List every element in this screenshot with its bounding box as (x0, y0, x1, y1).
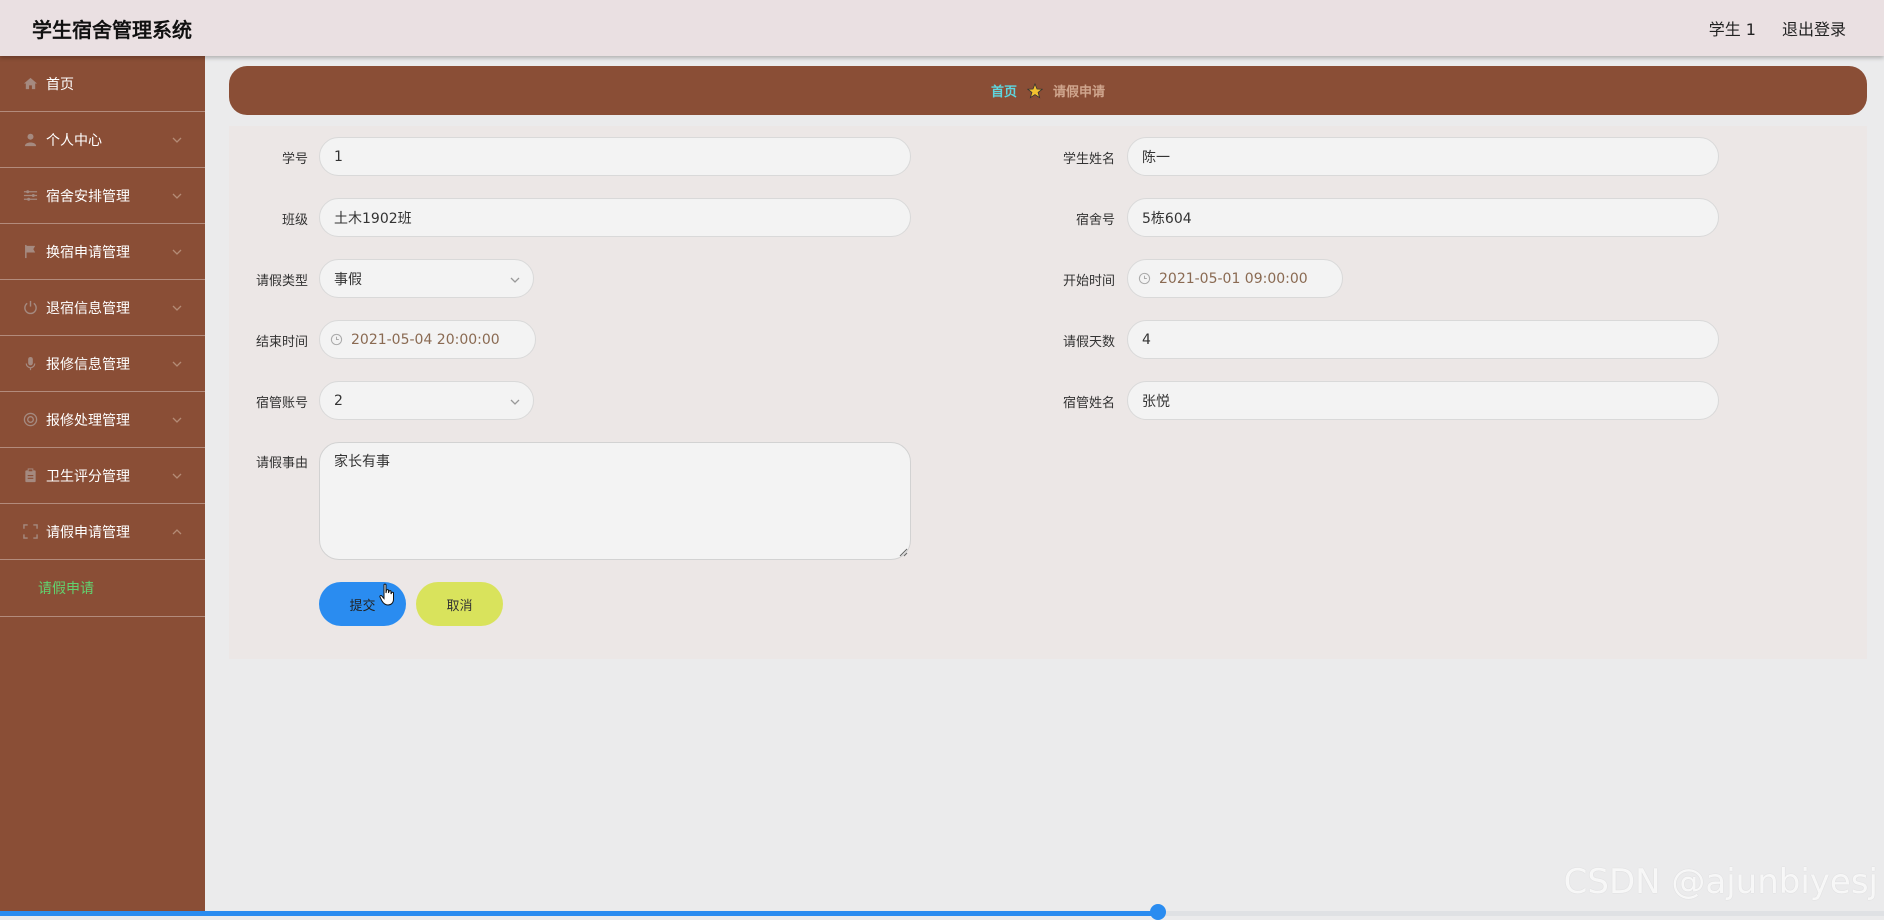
end-time-value: 2021-05-04 20:00:00 (351, 331, 500, 348)
logout-link[interactable]: 退出登录 (1782, 16, 1846, 40)
dorm-no-value: 5栋604 (1142, 210, 1192, 227)
power-icon (22, 300, 38, 316)
chevron-down-icon (172, 305, 182, 311)
breadcrumb: 首页 请假申请 (229, 66, 1867, 115)
sidebar-item-leave-management[interactable]: 请假申请管理 (0, 504, 205, 560)
breadcrumb-current: 请假申请 (1053, 85, 1106, 100)
leave-days-label: 请假天数 (1062, 335, 1115, 350)
sidebar-item-label: 个人中心 (46, 132, 102, 149)
class-label: 班级 (281, 213, 308, 228)
sidebar-item-repair-info[interactable]: 报修信息管理 (0, 336, 205, 392)
leave-days-value: 4 (1142, 331, 1151, 348)
sidebar-item-label: 换宿申请管理 (46, 244, 130, 261)
star-icon (1027, 82, 1043, 99)
sidebar-item-label: 宿舍安排管理 (46, 188, 130, 205)
hand-cursor-icon (379, 583, 394, 606)
watermark-text: CSDN @ajunbiyesj (1563, 862, 1878, 902)
microphone-icon (22, 356, 38, 372)
clipboard-icon (22, 468, 38, 484)
breadcrumb-home-link[interactable]: 首页 (991, 81, 1017, 100)
student-no-input[interactable]: 1 (319, 137, 911, 176)
manager-account-value: 2 (334, 392, 343, 409)
reason-label: 请假事由 (255, 456, 308, 471)
manager-name-label: 宿管姓名 (1062, 396, 1115, 411)
resize-grip-icon[interactable] (898, 547, 908, 557)
leave-days-input[interactable]: 4 (1127, 320, 1719, 359)
chevron-up-icon (172, 529, 182, 535)
chevron-down-icon (172, 361, 182, 367)
leave-type-label: 请假类型 (255, 274, 308, 289)
chevron-down-icon (510, 399, 520, 405)
user-name-link[interactable]: 学生 1 (1709, 16, 1756, 40)
app-title: 学生宿舍管理系统 (32, 18, 192, 42)
user-icon (22, 132, 38, 148)
manager-account-label: 宿管账号 (255, 396, 308, 411)
student-name-value: 陈一 (1142, 149, 1170, 166)
target-icon (22, 412, 38, 428)
sidebar-item-label: 报修信息管理 (46, 356, 130, 373)
reason-value: 家长有事 (334, 454, 390, 470)
sidebar-item-dorm-change[interactable]: 换宿申请管理 (0, 224, 205, 280)
class-value: 土木1902班 (334, 210, 412, 227)
chevron-down-icon (172, 137, 182, 143)
dorm-no-label: 宿舍号 (1075, 213, 1115, 228)
end-time-picker[interactable]: 2021-05-04 20:00:00 (319, 320, 536, 359)
chevron-down-icon (510, 277, 520, 283)
sidebar-item-personal-center[interactable]: 个人中心 (0, 112, 205, 168)
sidebar-item-label: 卫生评分管理 (46, 468, 130, 485)
chevron-down-icon (172, 193, 182, 199)
student-no-label: 学号 (281, 152, 308, 167)
clock-icon (330, 333, 343, 346)
leave-type-value: 事假 (334, 271, 362, 288)
top-bar: 学生宿舍管理系统 学生 1 退出登录 (0, 0, 1884, 56)
horizontal-scrollbar-fill (0, 911, 1158, 916)
student-no-value: 1 (334, 148, 343, 165)
class-input[interactable]: 土木1902班 (319, 198, 911, 237)
sidebar-item-repair-processing[interactable]: 报修处理管理 (0, 392, 205, 448)
fullscreen-icon (22, 524, 38, 540)
clock-icon (1138, 272, 1151, 285)
start-time-label: 开始时间 (1062, 274, 1115, 289)
reason-textarea[interactable]: 家长有事 (319, 442, 911, 560)
start-time-value: 2021-05-01 09:00:00 (1159, 270, 1308, 287)
flag-icon (22, 244, 38, 260)
end-time-label: 结束时间 (255, 335, 308, 350)
student-name-input[interactable]: 陈一 (1127, 137, 1719, 176)
sliders-icon (22, 188, 38, 204)
sidebar-item-label: 退宿信息管理 (46, 300, 130, 317)
sidebar-item-home[interactable]: 首页 (0, 56, 205, 112)
sidebar-item-hygiene-score[interactable]: 卫生评分管理 (0, 448, 205, 504)
start-time-picker[interactable]: 2021-05-01 09:00:00 (1127, 259, 1343, 298)
chevron-down-icon (172, 473, 182, 479)
dorm-no-input[interactable]: 5栋604 (1127, 198, 1719, 237)
cancel-button[interactable]: 取消 (416, 582, 503, 626)
chevron-down-icon (172, 249, 182, 255)
header-user-area: 学生 1 退出登录 (1709, 16, 1846, 40)
sidebar-item-label: 首页 (46, 76, 74, 93)
manager-account-select[interactable]: 2 (319, 381, 534, 420)
chevron-down-icon (172, 417, 182, 423)
manager-name-value: 张悦 (1142, 393, 1170, 410)
manager-name-input[interactable]: 张悦 (1127, 381, 1719, 420)
sidebar-subitem-leave-application[interactable]: 请假申请 (0, 560, 205, 617)
sidebar-item-checkout-info[interactable]: 退宿信息管理 (0, 280, 205, 336)
sidebar-item-label: 报修处理管理 (46, 412, 130, 429)
sidebar-item-dorm-arrangement[interactable]: 宿舍安排管理 (0, 168, 205, 224)
student-name-label: 学生姓名 (1062, 152, 1115, 167)
sidebar-item-label: 请假申请管理 (46, 524, 130, 541)
sidebar: 首页 个人中心 宿舍安排管理 换宿申请管理 退宿信息管理 报修信息管理 报修处理… (0, 56, 205, 916)
horizontal-scrollbar-thumb[interactable] (1150, 904, 1166, 920)
leave-type-select[interactable]: 事假 (319, 259, 534, 298)
home-icon (22, 76, 38, 92)
